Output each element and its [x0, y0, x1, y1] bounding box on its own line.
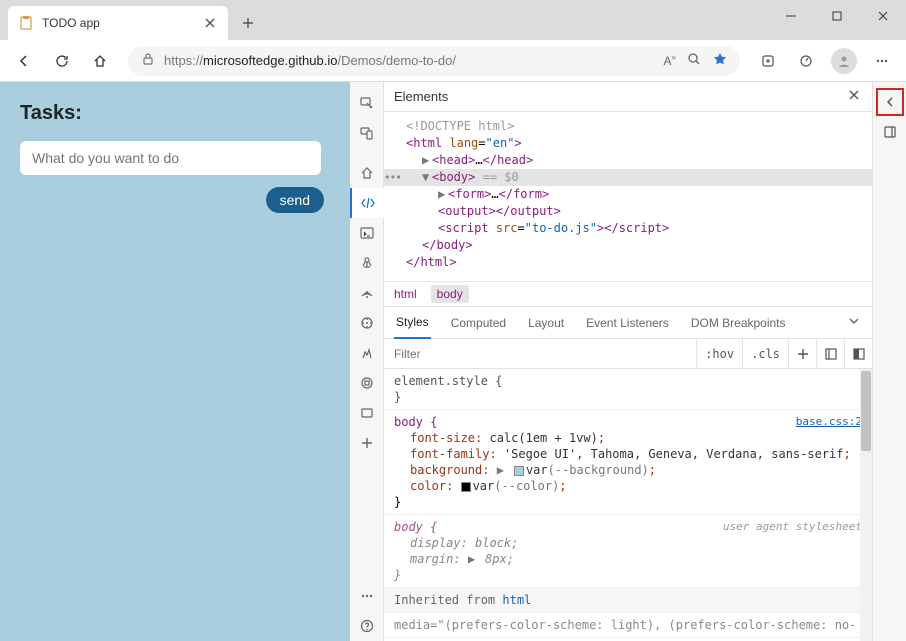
sources-icon[interactable] — [350, 248, 384, 278]
dom-doctype[interactable]: <!DOCTYPE html> — [384, 118, 872, 135]
security-icon[interactable] — [350, 398, 384, 428]
css-rules-pane[interactable]: element.style { } base.css:2 body { font… — [384, 369, 872, 641]
dom-tree[interactable]: <!DOCTYPE html> <html lang="en"> ▶<head>… — [384, 112, 872, 281]
profile-avatar[interactable] — [828, 45, 860, 77]
page-heading: Tasks: — [20, 102, 330, 125]
performance-tool-icon[interactable] — [350, 308, 384, 338]
tab-computed[interactable]: Computed — [449, 307, 508, 339]
dom-body-open[interactable]: ▼<body> == $0 — [384, 169, 872, 186]
welcome-icon[interactable] — [350, 158, 384, 188]
window-titlebar: TODO app — [0, 0, 906, 40]
rule-element-style[interactable]: element.style { } — [384, 369, 872, 410]
webpage-viewport: Tasks: send — [0, 82, 350, 641]
tab-layout[interactable]: Layout — [526, 307, 566, 339]
minimize-button[interactable] — [768, 0, 814, 32]
network-icon[interactable] — [350, 278, 384, 308]
more-options-icon[interactable] — [350, 581, 384, 611]
url-actions: A» — [664, 51, 728, 70]
help-icon[interactable] — [350, 611, 384, 641]
todo-input[interactable] — [20, 141, 321, 175]
rule-body[interactable]: base.css:2 body { font-size: calc(1em + … — [384, 410, 872, 515]
dom-html-open[interactable]: <html lang="en"> — [384, 135, 872, 152]
inherited-from-row[interactable]: Inherited from html — [384, 588, 872, 613]
favorite-star-icon[interactable] — [712, 51, 728, 70]
expand-tabs-icon[interactable] — [846, 313, 862, 332]
reading-mode-icon[interactable]: A» — [664, 53, 676, 68]
dom-head[interactable]: ▶<head>…</head> — [384, 152, 872, 169]
scrollbar-track[interactable] — [860, 369, 872, 641]
drawer-toggle-icon[interactable] — [876, 118, 904, 146]
computed-styles-icon[interactable] — [816, 339, 844, 368]
panel-title: Elements — [394, 89, 448, 104]
dom-html-close[interactable]: </html> — [384, 254, 872, 271]
url-text: https://microsoftedge.github.io/Demos/de… — [164, 53, 656, 68]
application-icon[interactable] — [350, 368, 384, 398]
devtools-activity-bar — [350, 82, 384, 641]
tab-close-icon[interactable] — [202, 15, 218, 31]
browser-tab[interactable]: TODO app — [8, 6, 228, 40]
content-area: Tasks: send Elements — [0, 82, 906, 641]
tab-styles[interactable]: Styles — [394, 307, 431, 339]
panel-header: Elements — [384, 82, 872, 112]
zoom-icon[interactable] — [686, 51, 702, 70]
console-icon[interactable] — [350, 218, 384, 248]
window-controls — [768, 0, 906, 32]
collapse-panel-icon[interactable] — [876, 88, 904, 116]
lock-icon — [140, 51, 156, 70]
device-emulation-icon[interactable] — [350, 118, 384, 148]
dom-body-close[interactable]: </body> — [384, 237, 872, 254]
hov-toggle[interactable]: :hov — [696, 339, 742, 368]
toggle-icon[interactable] — [844, 339, 872, 368]
dom-breadcrumb: html body — [384, 281, 872, 307]
dom-script[interactable]: <script src="to-do.js"></script> — [384, 220, 872, 237]
memory-icon[interactable] — [350, 338, 384, 368]
elements-tool-icon[interactable] — [350, 188, 384, 218]
devtools-side-rail — [872, 82, 906, 641]
maximize-button[interactable] — [814, 0, 860, 32]
rule-media[interactable]: media="(prefers-color-scheme: light), (p… — [384, 613, 872, 638]
styles-filter-bar: :hov .cls — [384, 339, 872, 369]
uas-label: user agent stylesheet — [723, 519, 862, 535]
dom-output[interactable]: <output></output> — [384, 203, 872, 220]
tab-favicon-icon — [18, 15, 34, 31]
send-button[interactable]: send — [266, 187, 324, 213]
devtools-panel: Elements <!DOCTYPE html> <html lang="en"… — [350, 82, 906, 641]
new-tab-button[interactable] — [234, 9, 262, 37]
tab-title: TODO app — [42, 16, 194, 30]
tab-event-listeners[interactable]: Event Listeners — [584, 307, 671, 339]
back-button[interactable] — [8, 45, 40, 77]
source-link[interactable]: base.css:2 — [796, 414, 862, 430]
styles-filter-input[interactable] — [384, 339, 696, 368]
devtools-close-icon[interactable] — [846, 87, 862, 106]
breadcrumb-html[interactable]: html — [394, 287, 417, 301]
breadcrumb-body[interactable]: body — [431, 285, 469, 303]
more-tools-icon[interactable] — [350, 428, 384, 458]
styles-tabbar: Styles Computed Layout Event Listeners D… — [384, 307, 872, 339]
devtools-main: Elements <!DOCTYPE html> <html lang="en"… — [384, 82, 872, 641]
collections-icon[interactable] — [752, 45, 784, 77]
performance-icon[interactable] — [790, 45, 822, 77]
rule-body-uas[interactable]: user agent stylesheet body { display: bl… — [384, 515, 872, 588]
dom-form[interactable]: ▶<form>…</form> — [384, 186, 872, 203]
close-window-button[interactable] — [860, 0, 906, 32]
refresh-button[interactable] — [46, 45, 78, 77]
cls-toggle[interactable]: .cls — [742, 339, 788, 368]
scrollbar-thumb[interactable] — [861, 371, 871, 451]
more-menu-icon[interactable] — [866, 45, 898, 77]
tab-dom-breakpoints[interactable]: DOM Breakpoints — [689, 307, 788, 339]
browser-toolbar: https://microsoftedge.github.io/Demos/de… — [0, 40, 906, 82]
home-button[interactable] — [84, 45, 116, 77]
inspect-icon[interactable] — [350, 88, 384, 118]
new-style-rule-icon[interactable] — [788, 339, 816, 368]
address-bar[interactable]: https://microsoftedge.github.io/Demos/de… — [128, 46, 740, 76]
